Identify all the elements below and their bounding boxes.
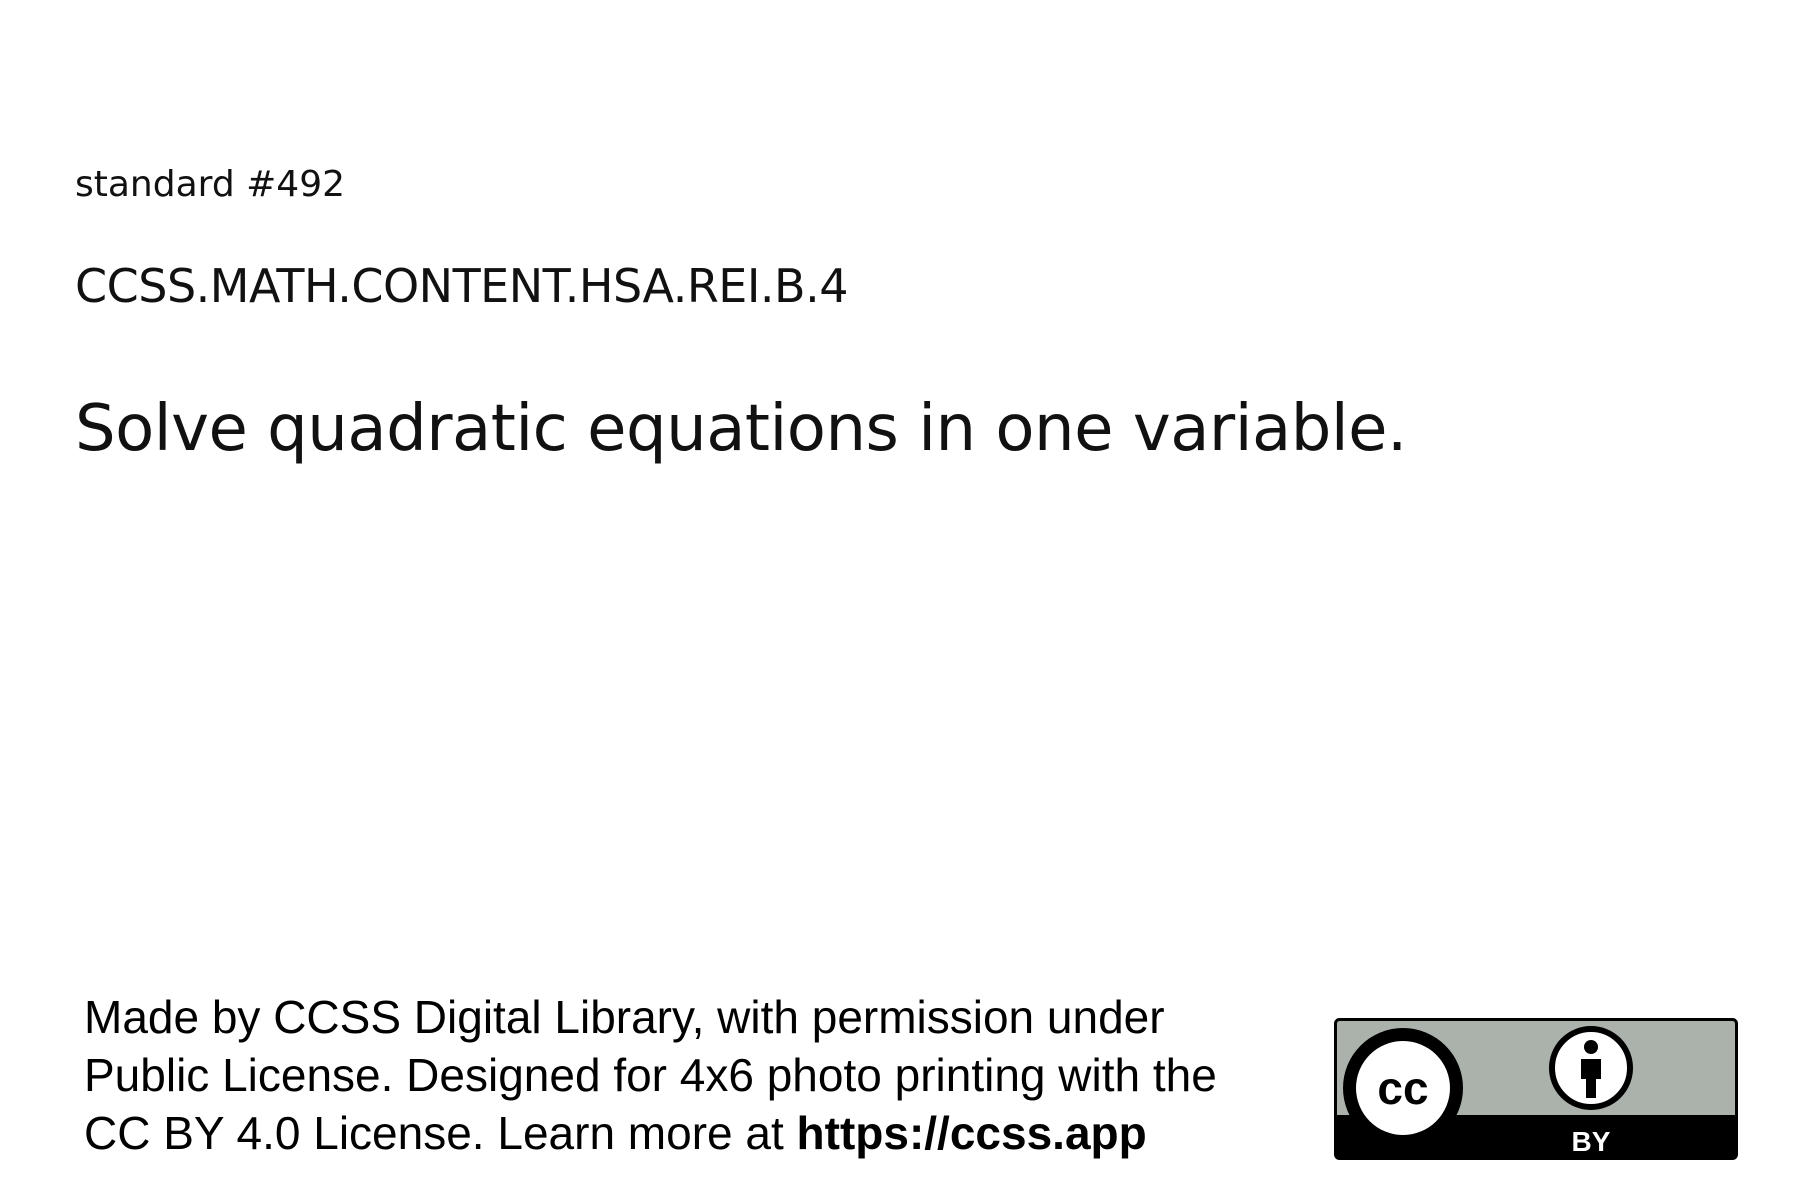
standard-description: Solve quadratic equations in one variabl… [75, 392, 1407, 466]
standard-number: standard #492 [75, 164, 345, 205]
ccss-app-link[interactable]: https://ccss.app [797, 1107, 1147, 1159]
standard-code: CCSS.MATH.CONTENT.HSA.REI.B.4 [75, 259, 849, 313]
attribution-line-3-prefix: CC BY 4.0 License. Learn more at [84, 1107, 797, 1159]
attribution-line-2: Public License. Designed for 4x6 photo p… [84, 1049, 1217, 1101]
attribution-text: Made by CCSS Digital Library, with permi… [84, 988, 1304, 1162]
cc-by-license-badge[interactable]: cc BY [1334, 1018, 1738, 1160]
by-label: BY [1572, 1126, 1611, 1157]
creative-commons-icon: cc [1343, 1028, 1463, 1148]
attribution-line-3: CC BY 4.0 License. Learn more at https:/… [84, 1104, 1304, 1162]
attribution-person-icon [1549, 1026, 1633, 1110]
cc-mark-text: cc [1377, 1062, 1428, 1114]
attribution-line-1: Made by CCSS Digital Library, with permi… [84, 991, 1165, 1043]
cc-by-license-badge-graphic: cc BY [1334, 1018, 1738, 1160]
